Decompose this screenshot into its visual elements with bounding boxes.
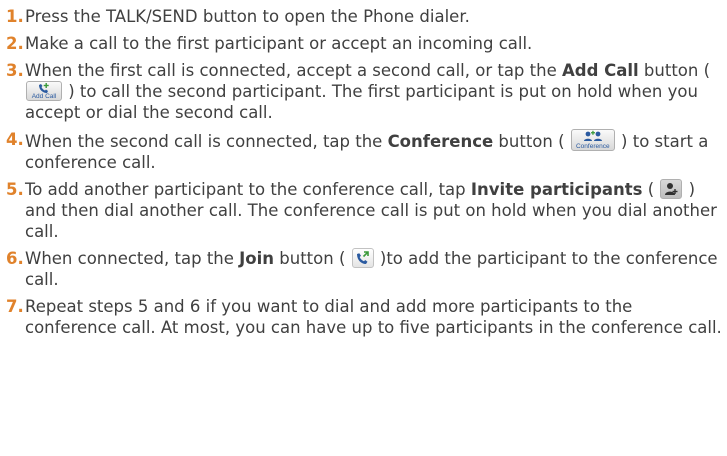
step-number: 7. [6,297,24,316]
step-text-middle: button ( [493,132,570,151]
step-text-middle: button ( [274,249,351,268]
step-text: When the second call is connected, tap t… [25,129,727,173]
step-6: 6. When connected, tap the Join button (… [6,248,727,290]
step-number: 2. [6,34,24,53]
step-5: 5. To add another participant to the con… [6,179,727,242]
conference-icon: Conference [570,129,615,151]
step-text-before: When the first call is connected, accept… [25,61,562,80]
join-label: Join [239,249,275,268]
conference-caption: Conference [575,143,610,150]
step-text-middle: ( [642,180,660,199]
step-text-before: When the second call is connected, tap t… [25,132,388,151]
step-number: 3. [6,61,24,80]
step-1: 1. Press the TALK/SEND button to open th… [6,6,727,27]
step-4: 4. When the second call is connected, ta… [6,129,727,173]
step-2: 2. Make a call to the first participant … [6,33,727,54]
join-icon [351,248,374,268]
step-text-middle: button ( [638,61,711,80]
step-text: Make a call to the first participant or … [25,34,533,53]
step-7: 7. Repeat steps 5 and 6 if you want to d… [6,296,727,338]
step-3: 3. When the first call is connected, acc… [6,60,727,123]
invite-participants-glyph [665,183,678,195]
step-text-after: ) to call the second participant. The fi… [25,82,698,122]
step-text-before: To add another participant to the confer… [25,180,471,199]
step-text: When the first call is connected, accept… [25,60,727,123]
step-number: 5. [6,180,24,199]
add-call-caption: Add Call [31,93,57,100]
step-text: When connected, tap the Join button ( )t… [25,248,727,290]
conference-glyph [583,130,602,141]
step-number: 4. [6,130,24,149]
step-text: Press the TALK/SEND button to open the P… [25,7,470,26]
add-call-label: Add Call [561,61,639,80]
conference-call-steps: 1. Press the TALK/SEND button to open th… [0,0,727,456]
conference-label: Conference [387,132,494,151]
step-number: 1. [6,7,24,26]
invite-participants-label: Invite participants [470,180,643,199]
join-glyph [356,251,369,264]
invite-participants-icon [660,179,683,199]
step-text-before: When connected, tap the [25,249,240,268]
step-text: To add another participant to the confer… [25,179,727,242]
add-call-icon: Add Call [26,81,62,101]
step-text: Repeat steps 5 and 6 if you want to dial… [25,297,722,337]
step-number: 6. [6,249,24,268]
